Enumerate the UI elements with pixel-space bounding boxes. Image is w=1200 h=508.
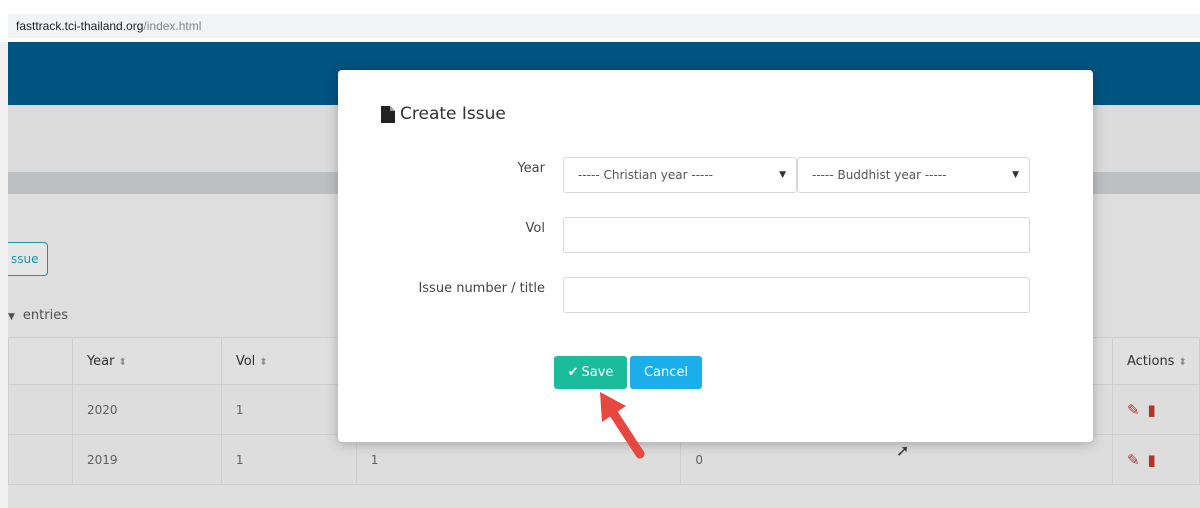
- christian-year-select[interactable]: ----- Christian year ----- ▼: [563, 157, 797, 193]
- christian-year-select-value: ----- Christian year -----: [578, 168, 714, 182]
- caret-down-icon: ▼: [779, 170, 786, 180]
- buddhist-year-select[interactable]: ----- Buddhist year ----- ▼: [797, 157, 1030, 193]
- check-icon: ✔: [567, 365, 579, 380]
- vol-row: Vol: [338, 217, 1093, 253]
- modal-title-text: Create Issue: [400, 104, 506, 124]
- caret-down-icon: ▼: [1012, 170, 1019, 180]
- browser-address-bar: fasttrack.tci-thailand.org/index.html: [0, 0, 1200, 42]
- annotation-arrow-icon: [600, 392, 645, 459]
- cancel-button[interactable]: Cancel: [630, 356, 702, 389]
- buddhist-year-select-value: ----- Buddhist year -----: [812, 168, 947, 182]
- save-button-label: Save: [581, 365, 614, 380]
- url-field[interactable]: fasttrack.tci-thailand.org/index.html: [8, 14, 1200, 38]
- url-path: /index.html: [143, 19, 202, 33]
- url-host: fasttrack.tci-thailand.org: [16, 19, 144, 33]
- issue-title-input[interactable]: [563, 277, 1030, 313]
- mouse-pointer-icon: ➚: [896, 441, 910, 460]
- cancel-button-label: Cancel: [643, 365, 689, 380]
- save-button[interactable]: ✔ Save: [554, 356, 627, 389]
- year-label: Year: [517, 161, 545, 176]
- modal-title: Create Issue: [381, 104, 506, 124]
- file-icon: [381, 105, 395, 123]
- vol-label: Vol: [525, 221, 545, 236]
- issue-row: Issue number / title: [338, 277, 1093, 313]
- issue-label: Issue number / title: [418, 281, 545, 296]
- vol-input[interactable]: [563, 217, 1030, 253]
- year-row: Year ----- Christian year ----- ▼ ----- …: [338, 157, 1093, 193]
- create-issue-modal: Create Issue Year ----- Christian year -…: [338, 70, 1093, 442]
